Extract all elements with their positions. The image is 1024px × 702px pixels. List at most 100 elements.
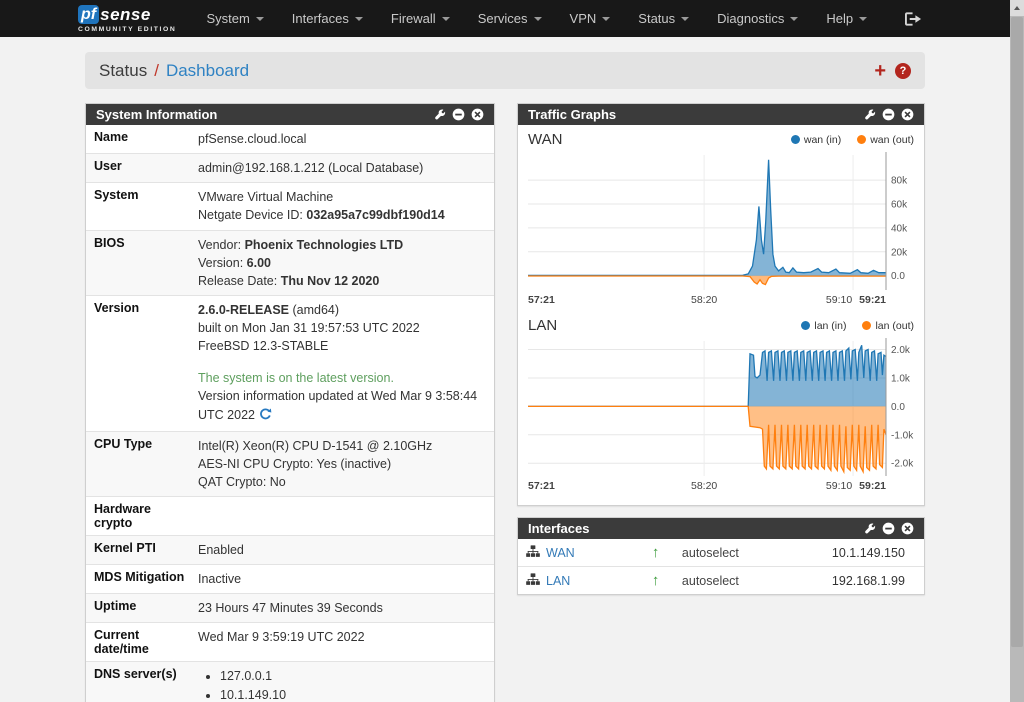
chevron-down-icon — [442, 17, 450, 21]
interface-ip: 10.1.149.150 — [824, 539, 924, 567]
svg-text:80k: 80k — [891, 176, 908, 187]
panel-settings-icon[interactable] — [435, 109, 446, 120]
sysinfo-text: Thu Nov 12 2020 — [281, 274, 380, 288]
sysinfo-value: Intel(R) Xeon(R) CPU D-1541 @ 2.10GHz AES… — [198, 431, 494, 496]
nav-menu: SystemInterfacesFirewallServices VPN Statu… — [192, 0, 881, 37]
breadcrumb-page-link[interactable]: Dashboard — [166, 61, 249, 81]
top-navbar: pf sense COMMUNITY EDITION SystemInterfa… — [0, 0, 1010, 37]
wrench-icon — [865, 109, 876, 120]
add-widget-icon[interactable]: + — [874, 62, 886, 80]
sysinfo-text: Phoenix Technologies LTD — [245, 238, 404, 252]
sysinfo-row: SystemVMware Virtual MachineNetgate Devi… — [86, 183, 494, 230]
panel-minimize-icon[interactable] — [452, 108, 465, 121]
minimize-icon — [882, 108, 895, 121]
nav-item-interfaces[interactable]: Interfaces — [278, 0, 377, 37]
sysinfo-value: 127.0.0.110.1.149.101.1.1.18.8.8.8 — [198, 662, 494, 702]
interface-row: LAN ↑autoselect192.168.1.99 — [518, 567, 924, 595]
dns-server-item: 127.0.0.1 — [220, 667, 486, 685]
sysinfo-row: Uptime23 Hours 47 Minutes 39 Seconds — [86, 594, 494, 623]
refresh-icon[interactable] — [259, 408, 272, 426]
sysinfo-text: Vendor: — [198, 238, 245, 252]
interface-media: autoselect — [674, 567, 824, 595]
traffic-graphs-body: WAN wan (in)wan (out) 80k60k40k20k0.057:… — [518, 125, 924, 505]
system-information-panel: System Information NamepfSense.cloud.loc… — [85, 103, 495, 702]
sysinfo-value: 23 Hours 47 Minutes 39 Seconds — [198, 594, 494, 623]
sysinfo-row: BIOSVendor: Phoenix Technologies LTDVers… — [86, 230, 494, 295]
interface-row: WAN↑autoselect10.1.149.150 — [518, 539, 924, 567]
minimize-icon — [452, 108, 465, 121]
nav-item-vpn[interactable]: VPN — [556, 0, 625, 37]
close-icon — [901, 108, 914, 121]
sysinfo-row: NamepfSense.cloud.local — [86, 125, 494, 154]
sysinfo-label: Uptime — [86, 594, 198, 623]
close-icon — [901, 522, 914, 535]
system-info-tbody: NamepfSense.cloud.localUseradmin@192.168… — [86, 125, 494, 702]
dns-server-item: 10.1.149.10 — [220, 686, 486, 702]
sysinfo-text: Wed Mar 9 3:59:19 UTC 2022 — [198, 630, 365, 644]
sysinfo-text: 6.00 — [247, 256, 271, 270]
interface-ip: 192.168.1.99 — [824, 567, 924, 595]
lan-chart-title: LAN — [528, 317, 557, 334]
sysinfo-value: Wed Mar 9 3:59:19 UTC 2022 — [198, 623, 494, 662]
help-icon[interactable]: ? — [895, 63, 911, 79]
nav-item-help[interactable]: Help — [812, 0, 881, 37]
sysinfo-label: Hardware crypto — [86, 497, 198, 536]
sysinfo-value: Vendor: Phoenix Technologies LTDVersion:… — [198, 230, 494, 295]
sysinfo-text: AES-NI CPU Crypto: Yes (inactive) — [198, 457, 391, 471]
interface-link-wan[interactable]: WAN — [546, 546, 575, 560]
nav-item-services[interactable]: Services — [464, 0, 556, 37]
interface-link-lan[interactable]: LAN — [546, 574, 570, 588]
minimize-icon — [882, 522, 895, 535]
sysinfo-text: 23 Hours 47 Minutes 39 Seconds — [198, 601, 383, 615]
nav-item-label: VPN — [570, 11, 597, 26]
chevron-down-icon — [355, 17, 363, 21]
sysinfo-label: BIOS — [86, 230, 198, 295]
sysinfo-text: Netgate Device ID: — [198, 208, 306, 222]
panel-minimize-icon[interactable] — [882, 108, 895, 121]
interface-status-up-icon: ↑ — [644, 567, 674, 595]
scrollbar-thumb[interactable] — [1011, 17, 1023, 647]
vertical-scrollbar[interactable] — [1010, 0, 1024, 702]
sign-out-icon[interactable] — [905, 12, 922, 26]
sysinfo-value: 2.6.0-RELEASE (amd64)built on Mon Jan 31… — [198, 295, 494, 431]
svg-text:2.0k: 2.0k — [891, 345, 911, 356]
nav-item-label: Help — [826, 11, 853, 26]
lan-chart-svg: 2.0k1.0k0.0-1.0k-2.0k57:2158:2059:1059:2… — [528, 336, 914, 492]
panel-close-icon[interactable] — [901, 108, 914, 121]
sysinfo-text: Intel(R) Xeon(R) CPU D-1541 @ 2.10GHz — [198, 439, 432, 453]
sysinfo-text: 2.6.0-RELEASE — [198, 303, 289, 317]
sense-logo-text: sense — [100, 5, 151, 25]
panel-close-icon[interactable] — [471, 108, 484, 121]
panel-close-icon[interactable] — [901, 522, 914, 535]
interfaces-table: WAN↑autoselect10.1.149.150 LAN ↑autoselect… — [518, 539, 924, 594]
panel-minimize-icon[interactable] — [882, 522, 895, 535]
nav-item-label: Diagnostics — [717, 11, 784, 26]
sysinfo-row: Useradmin@192.168.1.212 (Local Database) — [86, 154, 494, 183]
sitemap-icon — [526, 573, 540, 589]
panel-settings-icon[interactable] — [865, 523, 876, 534]
sysinfo-label: Name — [86, 125, 198, 154]
sysinfo-text: Enabled — [198, 543, 244, 557]
sysinfo-row: Hardware crypto — [86, 497, 494, 536]
svg-text:59:21: 59:21 — [859, 480, 886, 492]
sysinfo-row: DNS server(s)127.0.0.110.1.149.101.1.1.1… — [86, 662, 494, 702]
legend-dot-icon — [801, 321, 810, 330]
sysinfo-text: Inactive — [198, 572, 241, 586]
legend-dot-icon — [862, 321, 871, 330]
scroll-up-button[interactable] — [1010, 0, 1024, 16]
sitemap-icon — [526, 573, 540, 586]
panel-settings-icon[interactable] — [865, 109, 876, 120]
nav-item-system[interactable]: System — [192, 0, 277, 37]
nav-item-diagnostics[interactable]: Diagnostics — [703, 0, 812, 37]
nav-item-firewall[interactable]: Firewall — [377, 0, 464, 37]
sysinfo-text: pfSense.cloud.local — [198, 132, 306, 146]
legend-item: lan (out) — [862, 320, 914, 332]
sysinfo-label: DNS server(s) — [86, 662, 198, 702]
legend-dot-icon — [791, 135, 800, 144]
svg-text:40k: 40k — [891, 223, 908, 234]
pf-logo-box: pf — [78, 5, 99, 24]
sysinfo-value: VMware Virtual MachineNetgate Device ID:… — [198, 183, 494, 230]
pfsense-logo[interactable]: pf sense COMMUNITY EDITION — [78, 5, 176, 33]
nav-item-status[interactable]: Status — [624, 0, 703, 37]
sitemap-icon — [526, 545, 540, 558]
